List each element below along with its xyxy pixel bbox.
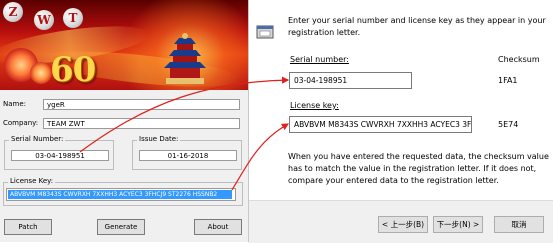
checksum-header: Checksum <box>498 55 540 64</box>
license-key-input[interactable]: ABVBVM M8343S CWVRXH 7XXHH3 ACYEC3 3FH <box>289 116 472 133</box>
license-key-label: License key: <box>290 101 339 110</box>
checksum-note: When you have entered the requested data… <box>288 152 549 185</box>
issue-date-field[interactable]: 01-16-2018 <box>139 150 237 161</box>
serial-number-group: Serial Number: 03-04-198951 <box>4 135 114 170</box>
license-key-group-label: License Key: <box>8 177 56 185</box>
banner-anniversary-number: 60 <box>50 50 96 90</box>
company-label: Company: <box>3 119 39 127</box>
registration-app-icon <box>256 25 274 39</box>
serial-number-input[interactable]: 03-04-198951 <box>289 72 412 89</box>
license-key-field[interactable]: ABVBVM M8343S CWVRXH 7XXHH3 ACYEC3 3FHCJ… <box>6 188 236 201</box>
about-button[interactable]: About <box>194 219 242 235</box>
dialog-instructions: Enter your serial number and license key… <box>288 16 546 37</box>
banner-ball-letter: Z <box>3 2 23 22</box>
serial-number-group-label: Serial Number: <box>9 135 66 143</box>
serial-number-field[interactable]: 03-04-198951 <box>11 150 109 161</box>
license-checksum-value: 5E74 <box>498 120 519 129</box>
issue-date-group-label: Issue Date: <box>137 135 181 143</box>
back-button[interactable]: < 上一步(B) <box>378 216 428 233</box>
temple-of-heaven-illustration <box>164 33 206 84</box>
cancel-button[interactable]: 取消 <box>494 216 544 233</box>
issue-date-group: Issue Date: 01-16-2018 <box>132 135 242 170</box>
keygen-window: Z W T 60 Name: ygeR Company: TEAM ZWT Se… <box>0 0 249 242</box>
registration-dialog: Enter your serial number and license key… <box>249 0 553 243</box>
license-key-selected-text: ABVBVM M8343S CWVRXH 7XXHH3 ACYEC3 3FHCJ… <box>8 190 232 199</box>
name-label: Name: <box>3 100 27 108</box>
name-input[interactable]: ygeR <box>43 99 240 110</box>
banner-ball-letter: W <box>34 10 54 30</box>
banner-flower <box>30 62 52 84</box>
keygen-banner: Z W T 60 <box>0 0 248 90</box>
banner-ball-letter: T <box>63 8 83 28</box>
company-input[interactable]: TEAM ZWT <box>43 118 240 129</box>
generate-button[interactable]: Generate <box>97 219 145 235</box>
serial-number-label: Serial number: <box>290 55 349 64</box>
serial-checksum-value: 1FA1 <box>498 76 518 85</box>
next-button[interactable]: 下一步(N) > <box>433 216 483 233</box>
patch-button[interactable]: Patch <box>4 219 52 235</box>
